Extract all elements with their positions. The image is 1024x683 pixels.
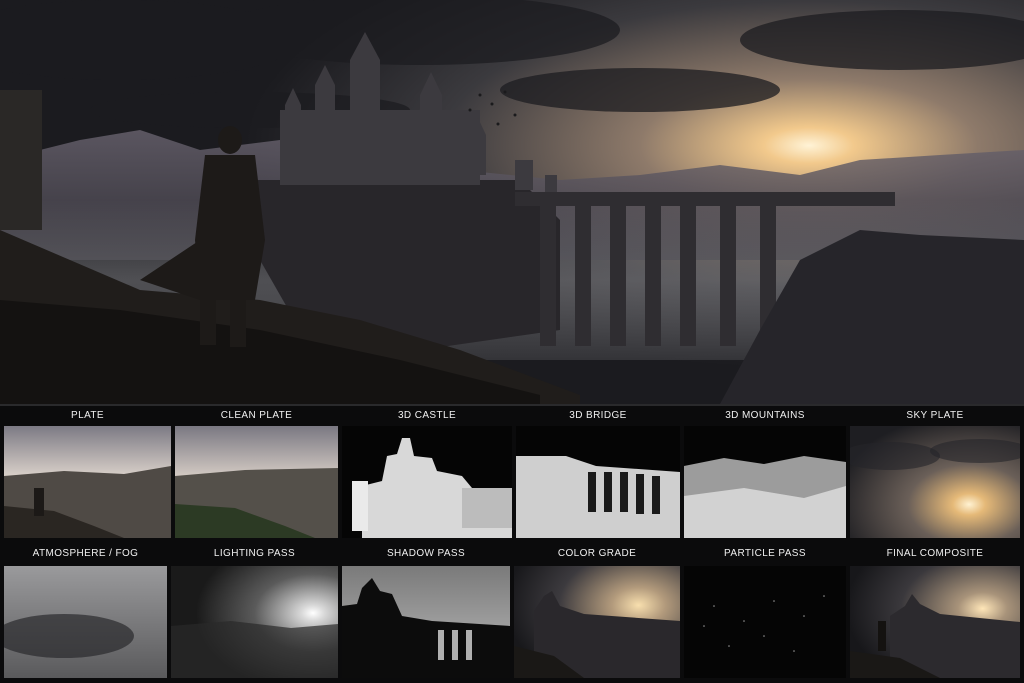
pass-label: 3D BRIDGE	[569, 410, 627, 421]
pass-label: ATMOSPHERE / FOG	[32, 548, 139, 559]
pass-tile-3d-castle[interactable]: 3D CASTLE	[342, 408, 512, 538]
bridge-depth-thumb-icon	[516, 426, 680, 538]
pass-label: LIGHTING PASS	[213, 548, 296, 559]
pass-label: CLEAN PLATE	[220, 410, 293, 421]
mountains-depth-thumb-icon	[684, 426, 846, 538]
shadow-thumb-icon	[342, 566, 510, 678]
pass-tile-clean-plate[interactable]: CLEAN PLATE	[175, 408, 338, 538]
lighting-thumb-icon	[171, 566, 338, 678]
pass-label: 3D CASTLE	[397, 410, 457, 421]
divider	[0, 404, 1024, 406]
pass-tile-3d-bridge[interactable]: 3D BRIDGE	[516, 408, 680, 538]
final-composite-thumb-icon	[850, 566, 1020, 678]
pass-label: SHADOW PASS	[386, 548, 466, 559]
pass-tile-lighting-pass[interactable]: LIGHTING PASS	[171, 546, 338, 678]
color-grade-thumb-icon	[514, 566, 680, 678]
pass-label: PLATE	[71, 410, 104, 421]
pass-tile-particle-pass[interactable]: PARTICLE PASS	[684, 546, 846, 678]
pass-label: PARTICLE PASS	[724, 548, 806, 559]
pass-tile-plate[interactable]: PLATE	[4, 408, 171, 538]
pass-tile-3d-mountains[interactable]: 3D MOUNTAINS	[684, 408, 846, 538]
fantasy-castle-bridge-scene-icon	[0, 0, 1024, 404]
pass-label: 3D MOUNTAINS	[725, 410, 805, 421]
pass-tile-atmosphere-fog[interactable]: ATMOSPHERE / FOG	[4, 546, 167, 678]
pass-tile-sky-plate[interactable]: SKY PLATE	[850, 408, 1020, 538]
hero-image	[0, 0, 1024, 404]
plate-thumb-icon	[4, 426, 171, 538]
pass-tile-shadow-pass[interactable]: SHADOW PASS	[342, 546, 510, 678]
pass-label: COLOR GRADE	[557, 548, 637, 559]
pass-tile-final-composite[interactable]: FINAL COMPOSITE	[850, 546, 1020, 678]
sky-plate-thumb-icon	[850, 426, 1020, 538]
pass-tile-color-grade[interactable]: COLOR GRADE	[514, 546, 680, 678]
pass-label: SKY PLATE	[906, 410, 964, 421]
castle-depth-thumb-icon	[342, 426, 512, 538]
clean-plate-thumb-icon	[175, 426, 338, 538]
particle-thumb-icon	[684, 566, 846, 678]
fog-thumb-icon	[4, 566, 167, 678]
pass-label: FINAL COMPOSITE	[886, 548, 984, 559]
